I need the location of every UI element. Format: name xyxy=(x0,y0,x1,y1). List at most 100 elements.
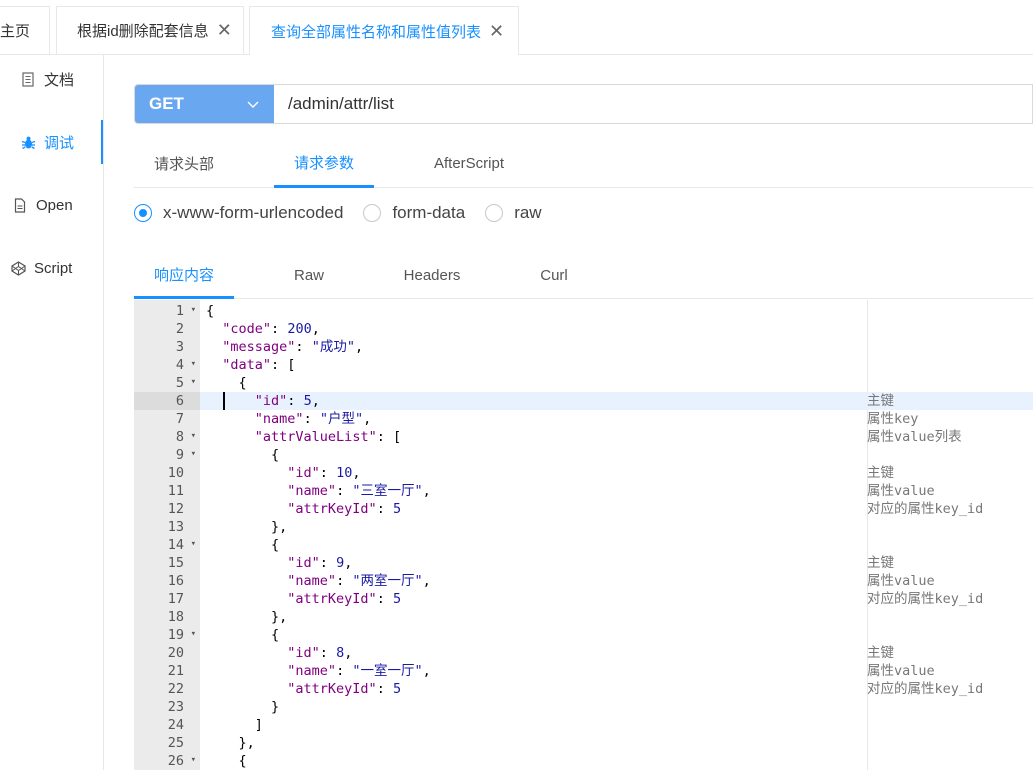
code-line[interactable]: 14 ▾ { xyxy=(134,536,1033,554)
close-icon[interactable]: ✕ xyxy=(489,21,504,42)
sidebar: 文档 调试 Open Script xyxy=(0,55,104,770)
field-comment: 属性value xyxy=(867,483,935,499)
code-line[interactable]: 23 } xyxy=(134,698,1033,716)
fold-arrow-icon[interactable]: ▾ xyxy=(191,355,196,373)
code-line[interactable]: 9 ▾ { xyxy=(134,446,1033,464)
code-line[interactable]: 21 "name": "一室一厅", 属性value xyxy=(134,662,1033,680)
line-number: 8 ▾ xyxy=(134,428,200,446)
radio-label: raw xyxy=(514,203,542,222)
code-line[interactable]: 3 "message": "成功", xyxy=(134,338,1033,356)
radio-urlencoded[interactable]: x-www-form-urlencoded xyxy=(134,203,343,223)
sidebar-item-label: 调试 xyxy=(44,134,75,152)
text-cursor xyxy=(223,392,225,410)
line-number: 10 xyxy=(134,464,200,482)
chevron-down-icon xyxy=(246,96,260,116)
tab-headers[interactable]: Headers xyxy=(387,252,477,299)
fold-arrow-icon[interactable]: ▾ xyxy=(191,301,196,319)
fold-arrow-icon[interactable]: ▾ xyxy=(191,535,196,553)
radio-raw[interactable]: raw xyxy=(485,203,542,223)
url-input[interactable] xyxy=(274,85,1032,123)
tab-afterscript[interactable]: AfterScript xyxy=(419,140,519,187)
code-line[interactable]: 5 ▾ { xyxy=(134,374,1033,392)
code-line[interactable]: 1 ▾{ xyxy=(134,302,1033,320)
line-number-text: 24 xyxy=(167,717,184,733)
fold-arrow-icon[interactable]: ▾ xyxy=(191,625,196,643)
code-line[interactable]: 19 ▾ { xyxy=(134,626,1033,644)
sidebar-item-script[interactable]: Script xyxy=(0,246,103,290)
fold-arrow-icon[interactable]: ▾ xyxy=(191,445,196,463)
field-comment: 主键 xyxy=(867,555,894,571)
tab-home[interactable]: 主页 xyxy=(0,6,50,54)
field-comment: 属性value xyxy=(867,663,935,679)
sidebar-item-docs[interactable]: 文档 xyxy=(0,57,103,101)
code-line[interactable]: 25 }, xyxy=(134,734,1033,752)
fold-arrow-icon[interactable]: ▾ xyxy=(191,427,196,445)
line-number-text: 17 xyxy=(167,591,184,607)
line-number: 18 xyxy=(134,608,200,626)
code-line[interactable]: 12 "attrKeyId": 5 对应的属性key_id xyxy=(134,500,1033,518)
line-number-text: 11 xyxy=(167,483,184,499)
radio-label: form-data xyxy=(392,203,466,222)
line-number: 20 xyxy=(134,644,200,662)
method-select[interactable]: GET xyxy=(135,85,274,123)
code-line[interactable]: 20 "id": 8, 主键 xyxy=(134,644,1033,662)
tab-label: 请求参数 xyxy=(293,155,354,172)
response-editor[interactable]: 1 ▾{2 "code": 200, 3 "message": "成功", 4 ▾ "d… xyxy=(134,300,1033,770)
code-line[interactable]: 2 "code": 200, xyxy=(134,320,1033,338)
tab-label: Headers xyxy=(403,267,461,284)
code-line[interactable]: 17 "attrKeyId": 5 对应的属性key_id xyxy=(134,590,1033,608)
code-line[interactable]: 11 "name": "三室一厅", 属性value xyxy=(134,482,1033,500)
tab-response-content[interactable]: 响应内容 xyxy=(134,252,234,299)
code-line[interactable]: 22 "attrKeyId": 5 对应的属性key_id xyxy=(134,680,1033,698)
field-comment: 属性key xyxy=(867,411,919,427)
line-number-text: 16 xyxy=(167,573,184,589)
code-line[interactable]: 15 "id": 9, 主键 xyxy=(134,554,1033,572)
code-line[interactable]: 18 }, xyxy=(134,608,1033,626)
sidebar-item-debug[interactable]: 调试 xyxy=(0,120,103,164)
code-line[interactable]: 26 ▾ { xyxy=(134,752,1033,770)
code-text: "name": "一室一厅", xyxy=(287,663,431,679)
code-text: "data": [ xyxy=(222,357,296,373)
tab-raw[interactable]: Raw xyxy=(264,252,354,299)
line-number: 23 xyxy=(134,698,200,716)
code-line[interactable]: 10 "id": 10, 主键 xyxy=(134,464,1033,482)
line-number: 11 xyxy=(134,482,200,500)
line-number-text: 26 xyxy=(167,753,184,769)
line-number: 19 ▾ xyxy=(134,626,200,644)
code-text: "id": 8, xyxy=(287,645,353,661)
tab-curl[interactable]: Curl xyxy=(509,252,599,299)
code-text: "attrKeyId": 5 xyxy=(287,681,402,697)
close-icon[interactable]: ✕ xyxy=(217,20,232,41)
line-number: 2 xyxy=(134,320,200,338)
code-text: { xyxy=(206,537,280,553)
radio-circle-icon xyxy=(134,204,152,222)
tab-request-params[interactable]: 请求参数 xyxy=(274,140,374,188)
fold-arrow-icon[interactable]: ▾ xyxy=(191,373,196,391)
tab-request-headers[interactable]: 请求头部 xyxy=(134,140,234,187)
line-number-text: 6 xyxy=(175,393,184,409)
tab-label: AfterScript xyxy=(433,155,505,172)
sidebar-item-open[interactable]: Open xyxy=(0,183,103,227)
code-line[interactable]: 4 ▾ "data": [ xyxy=(134,356,1033,374)
tab-query-attr-list[interactable]: 查询全部属性名称和属性值列表 ✕ xyxy=(249,6,519,55)
code-line[interactable]: 6 "id": 5, 主键 xyxy=(134,392,1033,410)
code-line[interactable]: 8 ▾ "attrValueList": [属性value列表 xyxy=(134,428,1033,446)
line-number-text: 14 xyxy=(167,537,184,553)
code-text: } xyxy=(206,699,280,715)
code-line[interactable]: 24 ] xyxy=(134,716,1033,734)
code-line[interactable]: 13 }, xyxy=(134,518,1033,536)
line-number: 17 xyxy=(134,590,200,608)
line-number-text: 5 xyxy=(175,375,184,391)
code-line[interactable]: 7 "name": "户型", 属性key xyxy=(134,410,1033,428)
code-text: { xyxy=(206,627,280,643)
code-line[interactable]: 16 "name": "两室一厅", 属性value xyxy=(134,572,1033,590)
tab-delete-by-id[interactable]: 根据id删除配套信息 ✕ xyxy=(56,6,244,54)
field-comment: 主键 xyxy=(867,465,894,481)
radio-form-data[interactable]: form-data xyxy=(363,203,465,223)
request-url-bar: GET xyxy=(134,84,1033,124)
code-text: "id": 9, xyxy=(287,555,353,571)
line-number: 15 xyxy=(134,554,200,572)
fold-arrow-icon[interactable]: ▾ xyxy=(191,751,196,769)
line-number: 3 xyxy=(134,338,200,356)
line-number-text: 21 xyxy=(167,663,184,679)
